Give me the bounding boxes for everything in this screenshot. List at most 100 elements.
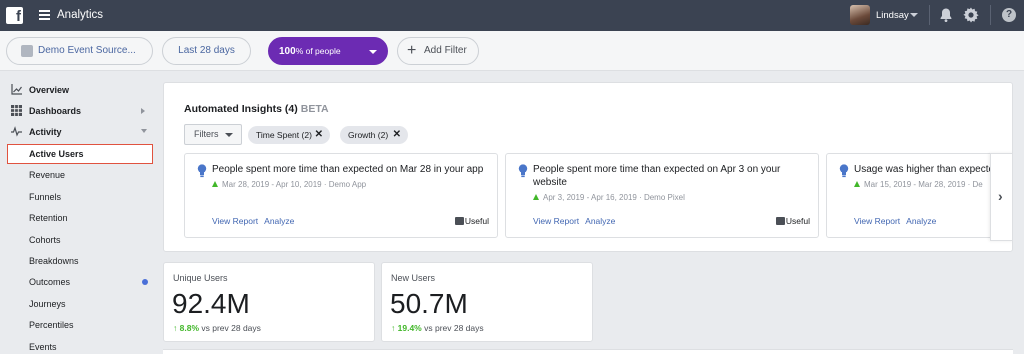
- gear-icon[interactable]: [963, 7, 979, 23]
- stat-label: Unique Users: [173, 273, 228, 283]
- stat-delta-value: 19.4%: [397, 323, 422, 333]
- sidebar-item-label: Activity: [29, 127, 62, 137]
- app-title: Analytics: [57, 9, 104, 21]
- sidebar-item-events[interactable]: Events: [0, 337, 160, 354]
- lightbulb-icon: [197, 164, 207, 178]
- filters-label: Filters: [194, 129, 219, 139]
- insight-meta: Mar 15, 2019 - Mar 28, 2019 · De: [854, 180, 983, 189]
- insight-meta: Mar 28, 2019 - Apr 10, 2019 · Demo App: [212, 180, 366, 189]
- view-report-link[interactable]: View Report: [854, 216, 900, 226]
- stat-card-new-users[interactable]: New Users 50.7M ↑ 19.4% vs prev 28 days: [381, 262, 593, 342]
- divider: [990, 5, 991, 25]
- grid-icon: [11, 105, 22, 116]
- next-panel-edge: [163, 349, 1013, 354]
- insight-links: View Report Analyze: [533, 216, 621, 226]
- filter-chip-growth[interactable]: Growth (2) ✕: [340, 126, 408, 144]
- sidebar-item-cohorts[interactable]: Cohorts: [0, 230, 160, 250]
- sidebar-item-outcomes[interactable]: Outcomes: [0, 272, 160, 292]
- event-source-selector[interactable]: Demo Event Source...: [6, 37, 153, 65]
- insights-title-text: Automated Insights (4): [184, 103, 298, 115]
- sidebar-item-label: Retention: [29, 213, 68, 223]
- useful-label: Useful: [785, 216, 810, 226]
- sidebar-item-label: Revenue: [29, 170, 66, 180]
- filter-bar: Demo Event Source... Last 28 days 100% o…: [0, 31, 1024, 71]
- facebook-logo[interactable]: f: [6, 7, 23, 25]
- sidebar-item-funnels[interactable]: Funnels: [0, 187, 160, 207]
- filters-dropdown[interactable]: Filters: [184, 124, 242, 145]
- stat-delta-suffix: vs prev 28 days: [201, 323, 261, 333]
- chip-label: Growth (2): [348, 130, 389, 140]
- sidebar-item-label: Active Users: [29, 149, 84, 159]
- avatar[interactable]: [850, 5, 870, 25]
- automated-insights-panel: Automated Insights (4) BETA Filters Time …: [163, 82, 1013, 252]
- sidebar-item-revenue[interactable]: Revenue: [0, 165, 160, 185]
- close-icon[interactable]: ✕: [315, 126, 323, 144]
- event-source-icon: [21, 45, 33, 57]
- hamburger-icon[interactable]: [39, 10, 50, 20]
- useful-button[interactable]: Useful: [775, 216, 810, 226]
- insights-title: Automated Insights (4) BETA: [184, 103, 329, 115]
- event-source-label: Demo Event Source...: [38, 45, 136, 56]
- insight-meta-text: Apr 3, 2019 - Apr 16, 2019 · Demo Pixel: [543, 193, 685, 202]
- sidebar-item-label: Cohorts: [29, 235, 61, 245]
- sidebar-item-active-users[interactable]: Active Users: [7, 144, 153, 164]
- help-icon[interactable]: ?: [1002, 8, 1016, 22]
- stat-card-unique-users[interactable]: Unique Users 92.4M ↑ 8.8% vs prev 28 day…: [163, 262, 375, 342]
- close-icon[interactable]: ✕: [393, 126, 401, 144]
- analyze-link[interactable]: Analyze: [264, 216, 294, 226]
- plus-icon: +: [407, 42, 417, 59]
- insight-card[interactable]: People spent more time than expected on …: [184, 153, 498, 238]
- trend-up-icon: [212, 181, 218, 187]
- insight-card[interactable]: Usage was higher than expecte Mar 15, 20…: [826, 153, 1012, 238]
- analyze-link[interactable]: Analyze: [906, 216, 936, 226]
- add-filter-button[interactable]: + Add Filter: [397, 37, 479, 65]
- stat-delta: ↑ 19.4% vs prev 28 days: [391, 323, 484, 333]
- people-suffix: % of people: [295, 46, 341, 56]
- insight-meta-text: Mar 28, 2019 - Apr 10, 2019 · Demo App: [222, 180, 367, 189]
- insight-meta-text: Mar 15, 2019 - Mar 28, 2019 · De: [864, 180, 983, 189]
- insight-card[interactable]: People spent more time than expected on …: [505, 153, 819, 238]
- filter-chip-time-spent[interactable]: Time Spent (2) ✕: [248, 126, 330, 144]
- sidebar-item-percentiles[interactable]: Percentiles: [0, 315, 160, 335]
- logo-glyph: f: [16, 8, 21, 25]
- sidebar-item-breakdowns[interactable]: Breakdowns: [0, 251, 160, 271]
- user-name[interactable]: Lindsay: [876, 10, 909, 21]
- chevron-down-icon: [141, 129, 147, 133]
- date-range-selector[interactable]: Last 28 days: [162, 37, 251, 65]
- add-filter-label: Add Filter: [424, 45, 467, 56]
- divider: [929, 5, 930, 25]
- sidebar-item-label: Outcomes: [29, 277, 71, 287]
- insight-links: View Report Analyze: [212, 216, 300, 226]
- sidebar-item-journeys[interactable]: Journeys: [0, 294, 160, 314]
- chevron-down-icon[interactable]: [910, 13, 918, 17]
- bell-icon[interactable]: [938, 7, 954, 23]
- pulse-icon: [11, 126, 22, 137]
- stat-delta: ↑ 8.8% vs prev 28 days: [173, 323, 261, 333]
- stat-value: 92.4M: [172, 288, 250, 319]
- notification-dot: [142, 279, 148, 285]
- arrow-up-icon: ↑: [391, 323, 396, 333]
- trend-up-icon: [854, 181, 860, 187]
- insight-headline: People spent more time than expected on …: [533, 164, 781, 188]
- view-report-link[interactable]: View Report: [212, 216, 258, 226]
- next-insights-button[interactable]: ›: [990, 153, 1012, 241]
- chart-icon: [11, 84, 22, 95]
- sidebar-item-dashboards[interactable]: Dashboards: [0, 101, 160, 121]
- sidebar-item-retention[interactable]: Retention: [0, 208, 160, 228]
- sidebar-item-label: Events: [29, 342, 57, 352]
- stat-value: 50.7M: [390, 288, 468, 319]
- lightbulb-icon: [839, 164, 849, 178]
- sidebar-item-label: Breakdowns: [29, 256, 79, 266]
- chip-label: Time Spent (2): [256, 130, 312, 140]
- sidebar-item-label: Percentiles: [29, 320, 74, 330]
- analyze-link[interactable]: Analyze: [585, 216, 615, 226]
- sidebar-item-overview[interactable]: Overview: [0, 80, 160, 100]
- sidebar-item-activity[interactable]: Activity: [0, 122, 160, 142]
- view-report-link[interactable]: View Report: [533, 216, 579, 226]
- useful-button[interactable]: Useful: [454, 216, 489, 226]
- stat-delta-value: 8.8%: [179, 323, 199, 333]
- stat-label: New Users: [391, 273, 436, 283]
- people-percentage-selector[interactable]: 100% of people: [268, 37, 388, 65]
- lightbulb-icon: [518, 164, 528, 178]
- trend-up-icon: [533, 194, 539, 200]
